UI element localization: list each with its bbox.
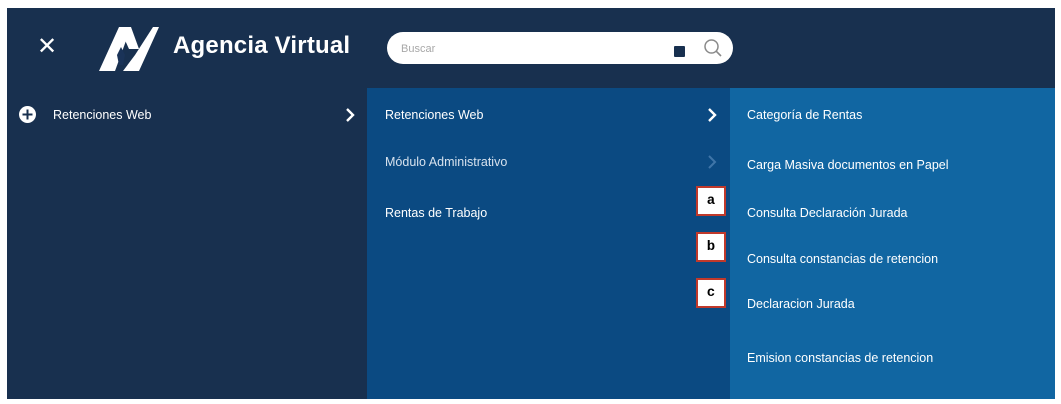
annotation-marker-c: c — [696, 278, 726, 308]
menu-item-consulta-constancias[interactable]: Consulta constancias de retencion — [747, 244, 938, 274]
home-icon[interactable] — [621, 40, 643, 58]
chevron-right-icon — [708, 108, 717, 122]
menu-column-level1: Retenciones Web — [7, 88, 367, 399]
annotation-marker-b: b — [696, 232, 726, 262]
menu-item-declaracion-jurada[interactable]: Declaracion Jurada — [747, 289, 855, 319]
menu-item-emision-constancias[interactable]: Emision constancias de retencion — [747, 343, 933, 373]
search-input[interactable] — [399, 38, 693, 60]
menu-column-level2: Retenciones Web Módulo Administrativo Re… — [367, 88, 730, 399]
menu-column-level3: Categoría de Rentas Carga Masiva documen… — [730, 88, 1055, 399]
close-icon[interactable]: ✕ — [34, 34, 60, 60]
search-icon[interactable] — [703, 38, 723, 58]
app-frame: ✕ Agencia Virtual Buscar Retenciones Web… — [7, 8, 1055, 399]
chevron-right-icon — [708, 155, 717, 169]
chevron-right-icon — [346, 108, 355, 122]
menu-item-retenciones-web[interactable]: Retenciones Web — [385, 100, 483, 130]
agencia-virtual-logo — [99, 27, 159, 71]
menu-item-categoria-de-rentas[interactable]: Categoría de Rentas — [747, 100, 862, 130]
header-bar: ✕ Agencia Virtual — [7, 8, 1055, 88]
app-title: Agencia Virtual — [173, 32, 351, 59]
plus-circle-icon[interactable] — [19, 106, 36, 123]
menu-item-rentas-de-trabajo[interactable]: Rentas de Trabajo — [385, 198, 487, 228]
annotation-marker-a: a — [696, 186, 726, 216]
window-icon[interactable] — [666, 38, 688, 60]
menu-item-modulo-administrativo[interactable]: Módulo Administrativo — [385, 147, 507, 177]
menu-item-retenciones-web[interactable]: Retenciones Web — [53, 100, 151, 130]
menu-item-carga-masiva[interactable]: Carga Masiva documentos en Papel — [747, 150, 949, 180]
menu-item-consulta-declaracion-jurada[interactable]: Consulta Declaración Jurada — [747, 198, 908, 228]
